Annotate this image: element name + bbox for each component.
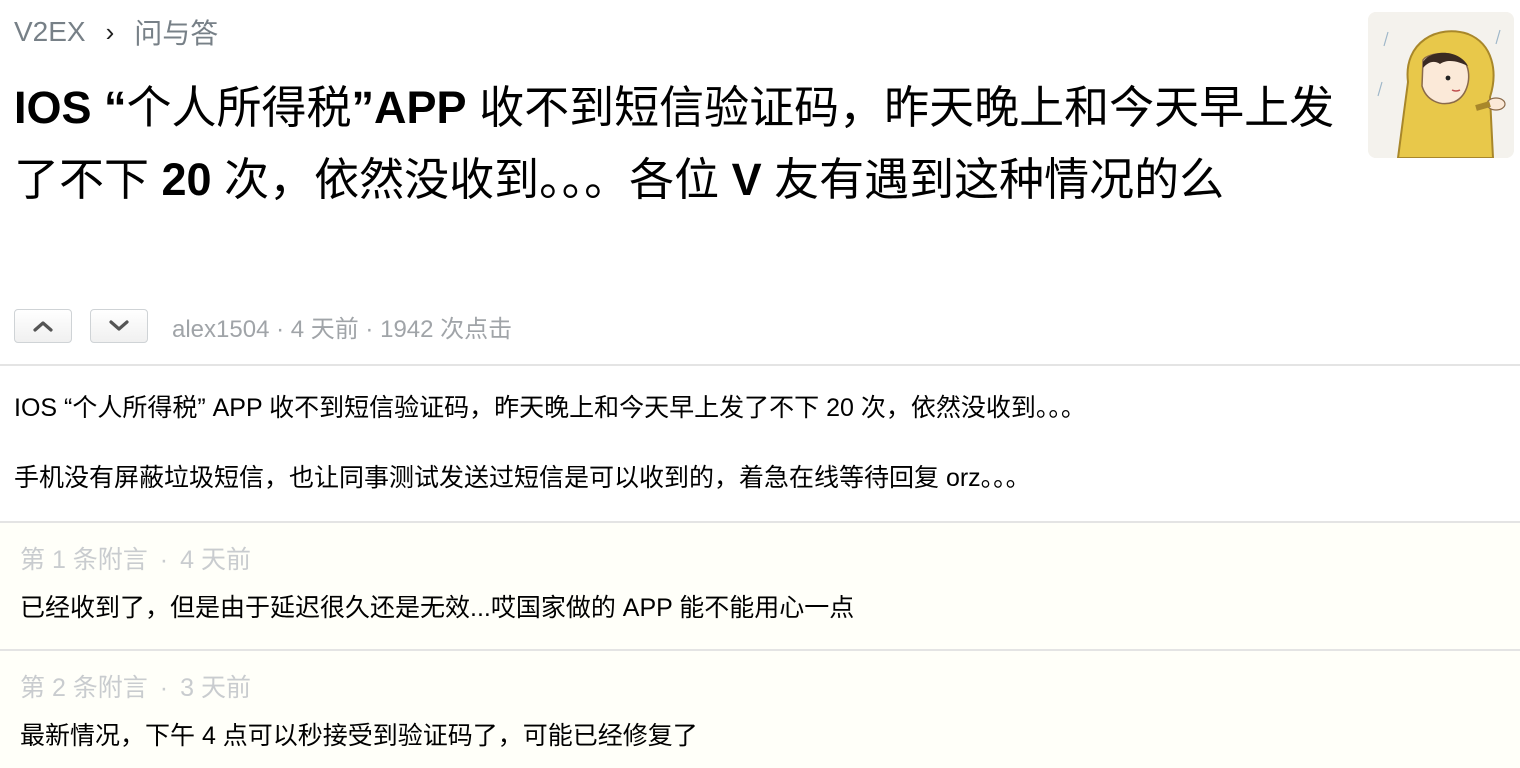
appendix-label: 第 1 条附言	[20, 546, 148, 574]
title-part-v: V	[731, 154, 762, 205]
topic-header: V2EX › 问与答 IOS “个人所得税”APP 收不到短信验证码，昨天晚上和…	[0, 0, 1520, 364]
chevron-down-icon	[109, 320, 129, 331]
breadcrumb-site-link[interactable]: V2EX	[14, 16, 86, 48]
content-paragraph: IOS “个人所得税” APP 收不到短信验证码，昨天晚上和今天早上发了不下 2…	[14, 394, 1086, 422]
title-part-app: ”APP	[351, 82, 467, 133]
meta-separator: ·	[358, 315, 381, 343]
breadcrumb-node-link[interactable]: 问与答	[134, 12, 218, 52]
title-part-count: 20	[161, 154, 212, 205]
downvote-button[interactable]	[90, 309, 148, 343]
appendix-separator: ·	[159, 546, 169, 574]
author-avatar[interactable]	[1368, 12, 1514, 158]
click-count: 1942 次点击	[380, 315, 513, 343]
chevron-up-icon	[33, 321, 53, 332]
appendix-text: 最新情况，下午 4 点可以秒接受到验证码了，可能已经修复了	[20, 722, 698, 750]
avatar-illustration	[1368, 12, 1514, 158]
meta-separator: ·	[269, 315, 291, 343]
upvote-button[interactable]	[14, 309, 72, 343]
post-time: 4 天前	[290, 315, 359, 343]
header-divider	[0, 364, 1520, 366]
appendix-time: 3 天前	[180, 674, 251, 702]
title-part-text-3: 友有遇到这种情况的么	[761, 154, 1225, 205]
breadcrumb-separator: ›	[105, 16, 115, 47]
content-paragraph: 手机没有屏蔽垃圾短信，也让同事测试发送过短信是可以收到的，着急在线等待回复 or…	[14, 464, 1031, 492]
topic-title: IOS “个人所得税”APP 收不到短信验证码，昨天晚上和今天早上发了不下 20…	[14, 72, 1364, 216]
appendix-separator: ·	[159, 674, 169, 702]
appendix-1: 第 1 条附言 · 4 天前 已经收到了，但是由于延迟很久还是无效...哎国家做的 …	[0, 523, 1520, 649]
topic-meta: alex1504 · 4 天前 · 1942 次点击	[14, 308, 512, 344]
author-link[interactable]: alex1504	[172, 316, 269, 343]
title-part-ios: IOS “	[14, 82, 127, 133]
appendix-header: 第 1 条附言 · 4 天前	[20, 542, 1520, 578]
appendix-2: 第 2 条附言 · 3 天前 最新情况，下午 4 点可以秒接受到验证码了，可能已经修…	[0, 651, 1520, 768]
topic-content: IOS “个人所得税” APP 收不到短信验证码，昨天晚上和今天早上发了不下 2…	[14, 380, 1504, 520]
appendix-time: 4 天前	[180, 546, 251, 574]
title-part-text-2: 次，依然没收到。。。各位	[211, 154, 732, 205]
appendix-header: 第 2 条附言 · 3 天前	[20, 670, 1520, 706]
topic-meta-text: alex1504 · 4 天前 · 1942 次点击	[172, 309, 512, 344]
breadcrumb: V2EX › 问与答	[14, 12, 218, 52]
appendix-text: 已经收到了，但是由于延迟很久还是无效...哎国家做的 APP 能不能用心一点	[20, 594, 855, 622]
title-part-app-name: 个人所得税	[126, 82, 352, 133]
appendix-label: 第 2 条附言	[20, 674, 148, 702]
